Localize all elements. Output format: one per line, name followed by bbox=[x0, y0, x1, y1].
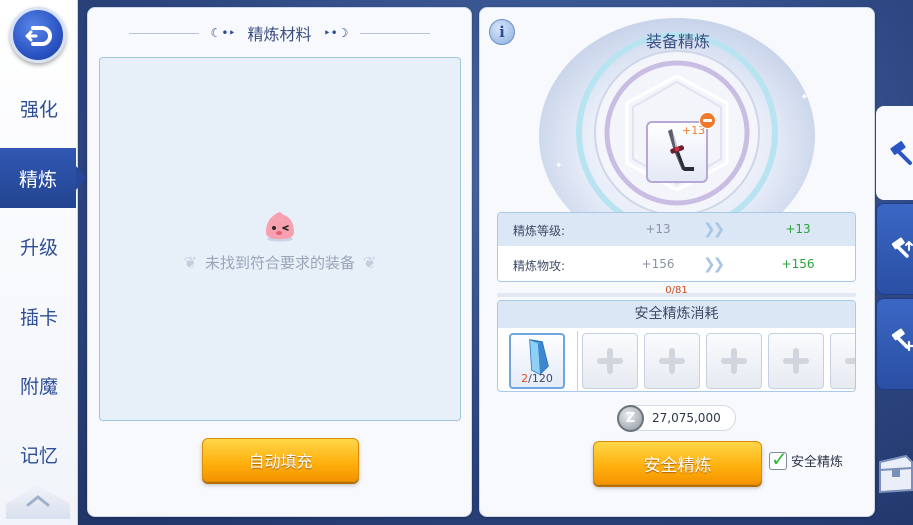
stat-label: 精炼等级: bbox=[513, 224, 566, 238]
materials-list[interactable]: ❦ 未找到符合要求的装备 ❦ bbox=[99, 57, 461, 421]
moon-ornament-icon: ☾•‣ bbox=[210, 26, 236, 40]
blue-crystal-icon bbox=[529, 339, 549, 375]
hammer-icon bbox=[890, 141, 912, 165]
refine-stats-table: 精炼等级: +13 ❯❯ +13 精炼物攻: +156 ❯❯ +156 bbox=[497, 212, 856, 282]
checkmark-icon: ✓ bbox=[771, 446, 788, 471]
nav-item-upgrade[interactable]: 升级 bbox=[0, 216, 78, 276]
back-arrow-icon bbox=[25, 26, 52, 46]
chevron-up-icon bbox=[26, 495, 50, 507]
divider bbox=[577, 331, 578, 391]
empty-message: 未找到符合要求的装备 bbox=[204, 254, 355, 272]
nav-item-label: 升级 bbox=[19, 236, 58, 259]
nav-item-label: 强化 bbox=[19, 98, 58, 121]
equip-title: 装备精炼 bbox=[645, 32, 710, 51]
checkbox[interactable]: ✓ bbox=[769, 447, 788, 471]
equip-refine-panel: ✦ ✦ i 装备精炼 +13 精炼等级: +13 ❯❯ +13 精炼物攻: +1… bbox=[479, 7, 875, 517]
safe-refine-cost: 安全精炼消耗 2/120 bbox=[497, 300, 856, 392]
progress-text: 0/81 bbox=[665, 285, 688, 296]
chest-icon[interactable] bbox=[876, 452, 913, 496]
cost-empty-slot[interactable] bbox=[768, 333, 824, 389]
tab-refine[interactable] bbox=[876, 106, 913, 200]
cost-item-count: 2/120 bbox=[521, 372, 553, 385]
stat-next: +13 bbox=[785, 222, 811, 236]
safe-refine-check-label: 安全精炼 bbox=[791, 455, 844, 470]
divider bbox=[360, 32, 431, 34]
remove-item-button[interactable] bbox=[699, 112, 716, 129]
svg-text:✦: ✦ bbox=[800, 92, 808, 103]
moon-ornament-icon: ‣•☽ bbox=[323, 26, 349, 40]
stat-next: +156 bbox=[781, 257, 815, 271]
zeny-balance: Z 27,075,000 bbox=[617, 405, 736, 432]
nav-item-label: 精炼 bbox=[18, 168, 57, 191]
nav-item-label: 插卡 bbox=[19, 306, 58, 329]
cost-empty-slot[interactable] bbox=[830, 333, 855, 389]
tab-enhance[interactable] bbox=[876, 298, 913, 390]
cost-empty-slot[interactable] bbox=[706, 333, 762, 389]
tab-upgrade[interactable] bbox=[876, 203, 913, 295]
back-button[interactable] bbox=[10, 7, 66, 63]
auto-fill-button[interactable]: 自动填充 bbox=[202, 438, 359, 482]
zeny-amount: 27,075,000 bbox=[652, 411, 721, 425]
nav-item-enchant[interactable]: 附魔 bbox=[0, 355, 78, 415]
nav-scroll-button[interactable] bbox=[6, 485, 70, 519]
refine-progress: 0/81 bbox=[497, 285, 856, 298]
stat-current: +13 bbox=[645, 222, 671, 236]
stat-label: 精炼物攻: bbox=[513, 259, 566, 273]
empty-state: ❦ 未找到符合要求的装备 ❦ bbox=[100, 208, 460, 273]
safe-refine-button[interactable]: 安全精炼 bbox=[593, 441, 762, 485]
double-chevron-right-icon: ❯❯ bbox=[703, 255, 725, 273]
hammer-upgrade-icon bbox=[891, 237, 913, 258]
zeny-coin-icon: Z bbox=[617, 405, 644, 432]
materials-panel: ☾•‣ 精炼材料 ‣•☽ ❦ 未找到符合要求的装备 ❦ 自动填充 bbox=[87, 7, 472, 517]
plus-icon bbox=[659, 348, 685, 374]
plus-icon bbox=[783, 348, 809, 374]
plus-icon bbox=[845, 351, 855, 371]
materials-title: 精炼材料 bbox=[247, 25, 312, 44]
stat-row-attack: 精炼物攻: +156 ❯❯ +156 bbox=[498, 248, 855, 281]
cost-empty-slot[interactable] bbox=[644, 333, 700, 389]
wing-left-icon: ❦ bbox=[183, 253, 197, 272]
safe-refine-label: 安全精炼 bbox=[643, 455, 712, 476]
safe-refine-checkbox[interactable]: ✓ 安全精炼 bbox=[769, 447, 844, 471]
cost-empty-slot[interactable] bbox=[582, 333, 638, 389]
divider bbox=[128, 32, 199, 34]
stat-row-level: 精炼等级: +13 ❯❯ +13 bbox=[498, 213, 855, 246]
nav-item-label: 记忆 bbox=[19, 444, 58, 467]
svg-text:✦: ✦ bbox=[555, 161, 563, 171]
pink-poring-icon bbox=[266, 212, 294, 242]
double-chevron-right-icon: ❯❯ bbox=[703, 220, 725, 238]
plus-icon bbox=[597, 348, 623, 374]
hammer-plus-icon bbox=[891, 328, 913, 352]
materials-header: ☾•‣ 精炼材料 ‣•☽ bbox=[88, 22, 471, 44]
plus-icon bbox=[721, 348, 747, 374]
auto-fill-label: 自动填充 bbox=[248, 452, 313, 471]
cost-title: 安全精炼消耗 bbox=[498, 301, 855, 328]
stat-current: +156 bbox=[641, 257, 675, 271]
cost-item-slot[interactable]: 2/120 bbox=[509, 333, 565, 389]
nav-item-label: 附魔 bbox=[19, 375, 58, 398]
nav-item-memory[interactable]: 记忆 bbox=[0, 424, 78, 484]
nav-item-strengthen[interactable]: 强化 bbox=[0, 78, 78, 138]
side-nav: 强化 精炼 升级 插卡 附魔 记忆 bbox=[0, 0, 86, 525]
nav-item-card[interactable]: 插卡 bbox=[0, 286, 78, 346]
wing-right-icon: ❦ bbox=[363, 253, 377, 272]
nav-item-refine[interactable]: 精炼 bbox=[0, 148, 86, 208]
